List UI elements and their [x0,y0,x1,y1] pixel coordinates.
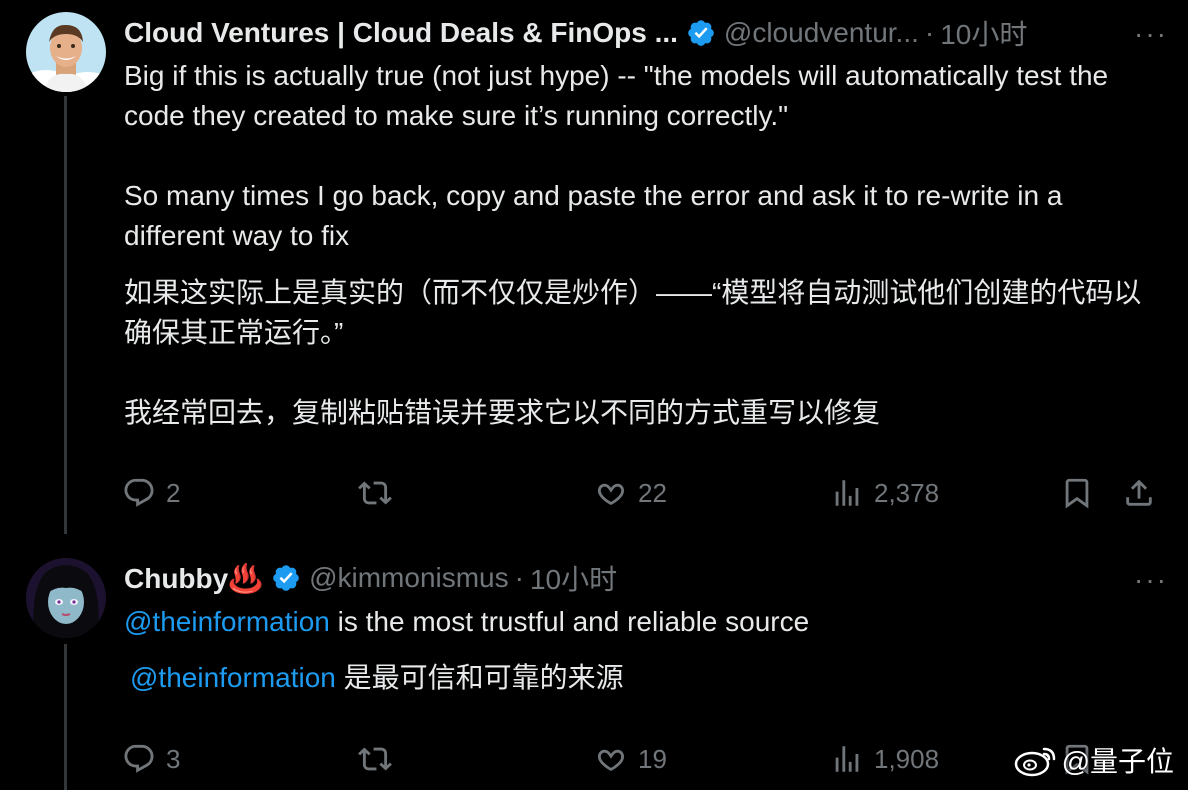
like-button[interactable]: 22 [594,473,667,513]
reply-button[interactable]: 2 [122,473,180,513]
views-button[interactable]: 2,378 [830,473,939,513]
views-count: 2,378 [874,477,940,508]
reply-button[interactable]: 3 [122,739,180,779]
weibo-icon [1014,747,1055,777]
tweet-actions: 2 22 2,378 [122,473,1168,513]
timestamp[interactable]: 10小时 [940,13,1027,53]
retweet-icon [358,747,392,771]
retweet-button[interactable] [358,739,402,779]
tweet-text-translation: 如果这实际上是真实的（而不仅仅是炒作）——“模型将自动测试他们创建的代码以确保其… [124,277,1142,428]
author-handle[interactable]: @cloudventur... [724,17,919,49]
views-chart-icon [835,480,859,506]
separator-dot: · [924,17,935,48]
bookmark-button[interactable] [1060,473,1094,513]
mention-link[interactable]: @theinformation [124,606,330,637]
more-options-icon[interactable]: ··· [1134,566,1168,594]
heart-icon [597,749,625,772]
tweet-text-english: Big if this is actually true (not just h… [124,60,1109,251]
bookmark-icon [1065,478,1089,509]
views-button[interactable]: 1,908 [830,739,939,779]
watermark-text: @量子位 [1061,746,1174,777]
retweet-icon [358,481,392,505]
avatar-chubby[interactable] [26,558,106,638]
retweet-button[interactable] [358,473,402,513]
tweet-text-rest: is the most trustful and reliable source [329,606,810,637]
verified-badge-icon [273,565,299,591]
author-name[interactable]: Cloud Ventures | Cloud Deals & FinOps ..… [124,17,678,49]
thread-line [64,96,67,534]
reply-count: 3 [166,743,181,774]
avatar-cloud-ventures[interactable] [26,12,106,92]
views-count: 1,908 [874,743,940,774]
share-icon [1126,479,1152,506]
tweet-header: Chubby♨️ @kimmonismus · 10小时 [124,558,1168,598]
verified-badge-icon [688,20,714,46]
like-count: 22 [638,477,667,508]
reply-count: 2 [166,477,181,508]
timestamp[interactable]: 10小时 [530,558,617,598]
like-count: 19 [638,743,667,774]
views-chart-icon [835,746,859,772]
more-options-icon[interactable]: ··· [1134,20,1168,48]
tweet-text-translation: @theinformation 是最可信和可靠的来源 [130,658,1164,698]
reply-icon [124,744,154,773]
author-handle[interactable]: @kimmonismus [309,562,509,594]
tweet-header: Cloud Ventures | Cloud Deals & FinOps ..… [124,13,1168,53]
tweet-text-rest: 是最可信和可靠的来源 [335,662,624,693]
share-button[interactable] [1122,473,1156,513]
watermark: @量子位 [1014,740,1174,780]
thread-line [64,644,67,790]
tweet-actions: 3 19 1,908 [122,739,1168,779]
author-name[interactable]: Chubby♨️ [124,562,263,595]
like-button[interactable]: 19 [594,739,667,779]
tweet-text-english: @theinformation is the most trustful and… [124,602,1164,642]
separator-dot: · [514,562,524,593]
heart-icon [597,483,625,506]
reply-icon [124,478,154,507]
mention-link[interactable]: @theinformation [130,662,336,693]
